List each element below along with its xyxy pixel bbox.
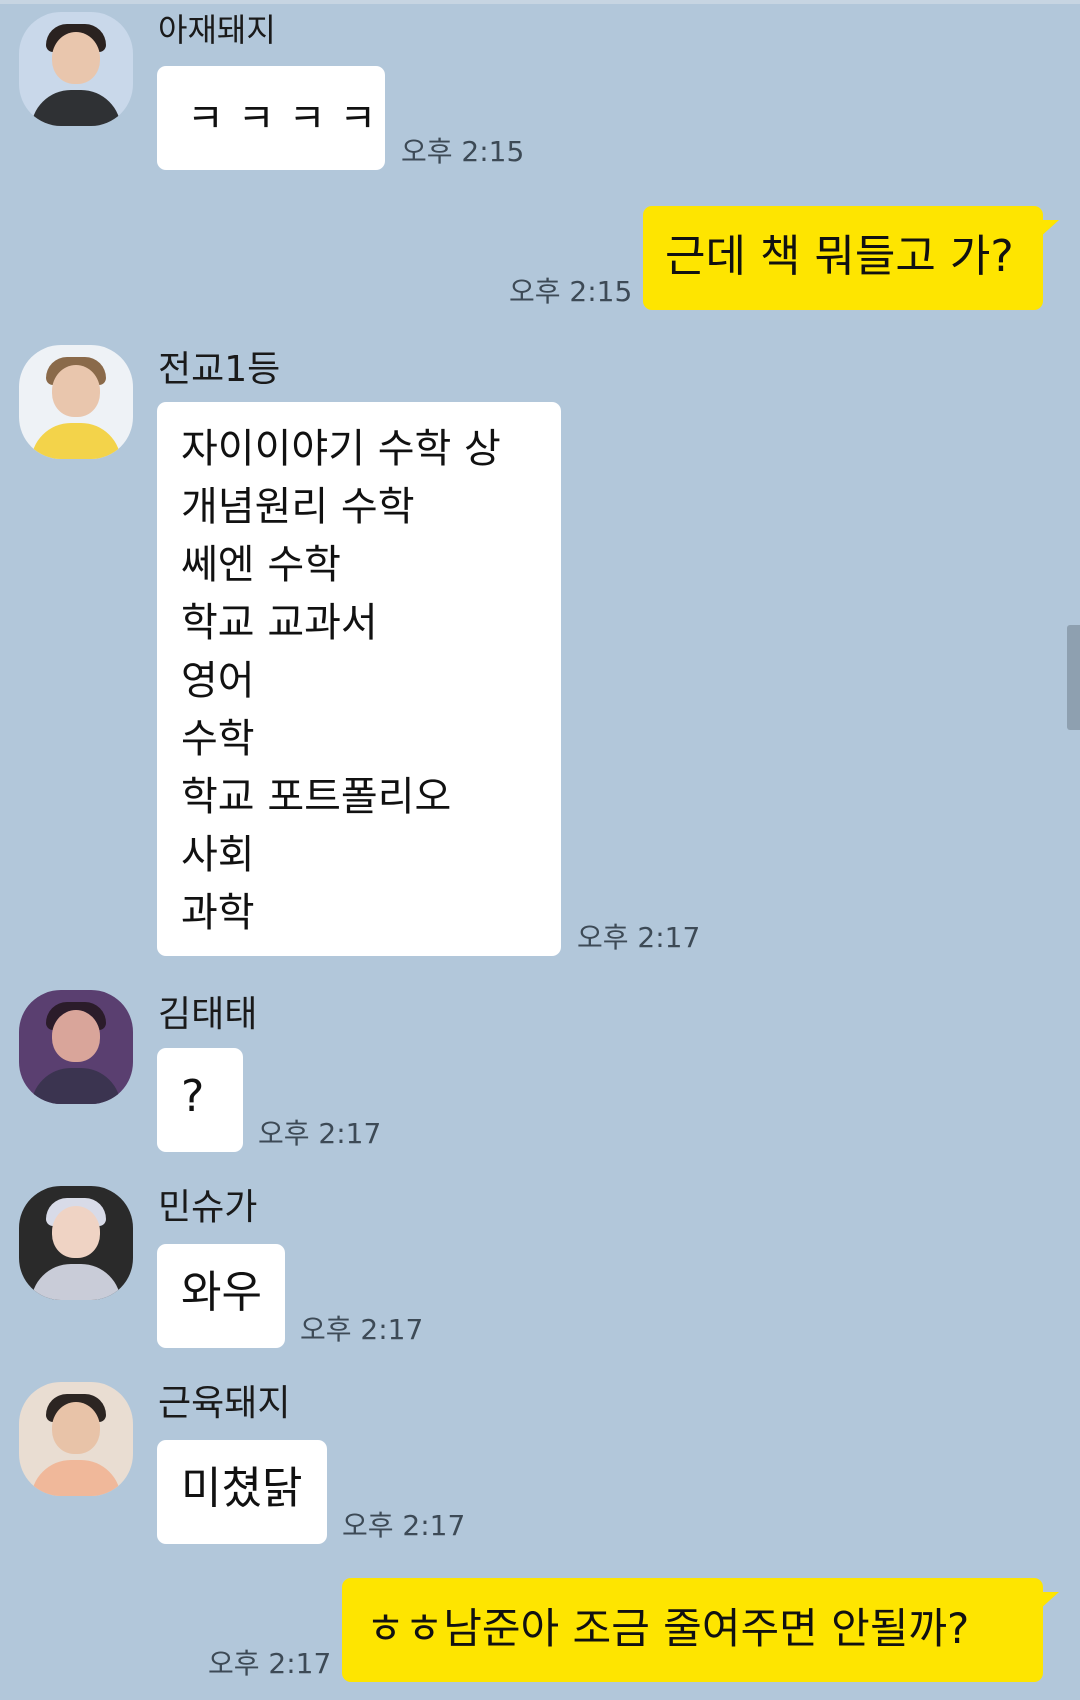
message-bubble[interactable]: ? — [157, 1048, 243, 1152]
message-text: ㅎㅎ남준아 조금 줄여주면 안될까? — [366, 1604, 970, 1653]
message-bubble[interactable]: 와우 — [157, 1244, 285, 1348]
top-divider — [0, 0, 1080, 4]
message-line: 수학 — [181, 716, 255, 762]
message-text: 와우 — [181, 1267, 262, 1318]
message-text: ? — [181, 1071, 205, 1122]
message-line: 자이이야기 수학 상 — [181, 426, 501, 472]
message-time: 오후 2:17 — [342, 1509, 466, 1542]
message-time: 오후 2:17 — [577, 921, 701, 954]
message-line: 과학 — [181, 890, 255, 936]
message-time: 오후 2:17 — [258, 1117, 382, 1150]
sender-name: 아재돼지 — [158, 11, 276, 49]
message-bubble[interactable]: 미쳤닭 — [157, 1440, 327, 1544]
message-line: 학교 교과서 — [181, 600, 378, 646]
message-time: 오후 2:15 — [509, 275, 633, 308]
message-text: ㅋㅋㅋㅋ — [187, 96, 391, 142]
message-text: 근데 책 뭐들고 가? — [665, 231, 1014, 282]
sender-name: 민슈가 — [158, 1187, 258, 1228]
message-line: 사회 — [181, 832, 255, 878]
message-bubble[interactable]: 자이이야기 수학 상 개념원리 수학 쎄엔 수학 학교 교과서 영어 수학 학교… — [157, 402, 561, 956]
sender-name: 전교1등 — [158, 349, 281, 390]
message-time: 오후 2:15 — [401, 135, 525, 168]
my-message-bubble[interactable]: ㅎㅎ남준아 조금 줄여주면 안될까? — [342, 1578, 1059, 1682]
avatar[interactable] — [19, 1186, 133, 1300]
message-time: 오후 2:17 — [208, 1647, 332, 1680]
my-message-bubble[interactable]: 근데 책 뭐들고 가? — [643, 206, 1059, 310]
avatar[interactable] — [19, 1382, 133, 1496]
sender-name: 김태태 — [158, 994, 258, 1035]
avatar[interactable] — [19, 345, 133, 459]
message-time: 오후 2:17 — [300, 1313, 424, 1346]
message-bubble[interactable]: ㅋㅋㅋㅋ — [157, 66, 385, 170]
message-line: 개념원리 수학 — [181, 484, 415, 530]
message-line: 영어 — [181, 658, 255, 704]
message-line: 쎄엔 수학 — [181, 542, 341, 588]
message-text: 미쳤닭 — [181, 1463, 303, 1514]
sender-name: 근육돼지 — [158, 1383, 291, 1424]
avatar[interactable] — [19, 990, 133, 1104]
avatar[interactable] — [19, 12, 133, 126]
message-line: 학교 포트폴리오 — [181, 774, 452, 820]
scrollbar-thumb[interactable] — [1067, 625, 1080, 730]
